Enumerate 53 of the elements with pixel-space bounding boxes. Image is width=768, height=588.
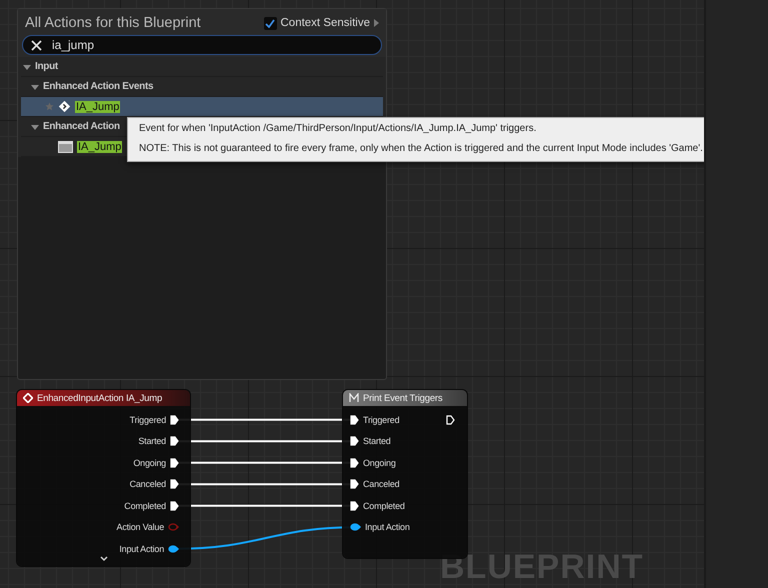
exec-pin-icon[interactable] <box>170 500 179 511</box>
expand-chevron-icon[interactable] <box>100 556 108 562</box>
expand-arrow-icon[interactable] <box>374 19 380 27</box>
exec-pin-icon[interactable] <box>446 414 455 425</box>
category-row[interactable]: Input <box>21 57 383 77</box>
asset-thumbnail-icon <box>58 140 73 152</box>
action-label: IA_Jump <box>75 100 120 112</box>
pin-label: Triggered <box>363 414 400 425</box>
macro-icon <box>349 393 359 403</box>
menu-title: All Actions for this Blueprint <box>25 15 201 31</box>
action-item[interactable]: IA_Jump <box>21 97 383 117</box>
event-diamond-icon <box>58 100 71 113</box>
pin-label: Started <box>138 436 166 446</box>
expand-arrow-icon[interactable] <box>31 82 39 90</box>
star-icon[interactable] <box>45 102 54 111</box>
expand-arrow-icon[interactable] <box>31 122 39 130</box>
action-label: IA_Jump <box>77 140 122 152</box>
node-title: Print Event Triggers <box>363 392 442 404</box>
exec-pin-icon[interactable] <box>170 436 179 446</box>
checkmark-icon <box>265 18 275 28</box>
graph-node[interactable]: Print Event Triggers Triggered Started Ongoing Canceled Completed Input Action <box>343 390 467 558</box>
pin-label: Completed <box>124 500 166 511</box>
pin-label: Canceled <box>130 479 166 490</box>
exec-pin-icon[interactable] <box>170 458 179 468</box>
pin-label: Action Value <box>116 522 164 532</box>
graph-node[interactable]: EnhancedInputAction IA_Jump Triggered Started Ongoing Canceled Completed Action Value Input Action <box>17 390 190 566</box>
exec-pin-icon[interactable] <box>170 479 179 490</box>
exec-pin-icon[interactable] <box>350 436 359 446</box>
pin-label: Input Action <box>365 522 410 532</box>
pin-icon[interactable] <box>350 523 361 532</box>
pin-label: Started <box>363 436 391 446</box>
checkbox-label: Context Sensitive <box>280 17 370 29</box>
clear-icon[interactable] <box>31 40 42 50</box>
checkbox[interactable] <box>264 16 276 30</box>
expand-arrow-icon[interactable] <box>23 62 31 70</box>
exec-pin-icon[interactable] <box>170 414 179 425</box>
pin-label: Ongoing <box>363 458 396 468</box>
tooltip-text: Event for when 'InputAction /Game/ThirdPerson/Input/Actions/IA_Jump.IA_Jump' triggers. <box>139 123 538 134</box>
pin-label: Completed <box>363 500 405 511</box>
event-diamond-icon <box>23 393 33 403</box>
graph-canvas[interactable] <box>0 0 704 588</box>
pin-label: Ongoing <box>133 458 166 468</box>
node-title: EnhancedInputAction IA_Jump <box>37 392 162 404</box>
pin-label: Canceled <box>363 479 400 490</box>
pin-label: Input Action <box>119 544 164 554</box>
pin-icon[interactable] <box>168 544 179 553</box>
search-field[interactable]: ia_jump <box>22 35 382 55</box>
exec-pin-icon[interactable] <box>350 479 359 490</box>
exec-pin-icon[interactable] <box>350 500 359 511</box>
tooltip-text: NOTE: This is not guaranteed to fire every frame, only when the Action is triggered and the current Input Mode includes 'Game'. <box>139 143 704 154</box>
exec-pin-icon[interactable] <box>350 458 359 468</box>
exec-pin-icon[interactable] <box>350 414 359 425</box>
pin-label: Triggered <box>130 414 166 425</box>
